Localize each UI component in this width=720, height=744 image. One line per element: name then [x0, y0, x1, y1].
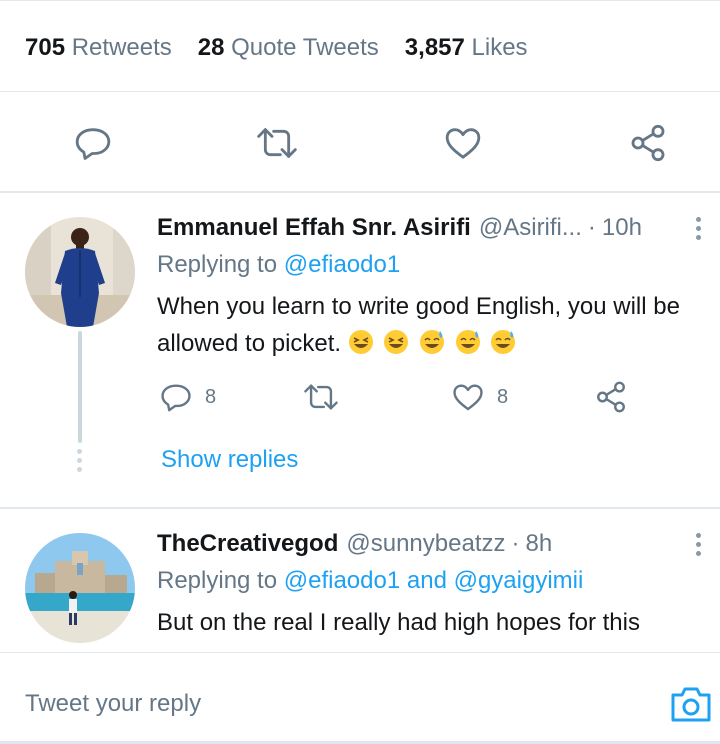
avatar[interactable]: [25, 533, 135, 643]
more-options-button[interactable]: [688, 527, 708, 561]
like-button[interactable]: 8: [451, 380, 508, 414]
mention-link[interactable]: @efiaodo1: [284, 251, 400, 278]
retweets-count: 705: [25, 34, 66, 61]
share-icon: [631, 124, 665, 162]
display-name[interactable]: TheCreativegod: [157, 530, 338, 558]
quotes-count: 28: [197, 34, 225, 61]
avatar[interactable]: [25, 217, 135, 327]
share-icon: [597, 381, 625, 413]
reply-tweet[interactable]: Emmanuel Effah Snr. Asirifi @Asirifi... …: [0, 193, 720, 507]
username[interactable]: @sunnybeatzz: [346, 530, 505, 558]
username[interactable]: @Asirifi...: [479, 214, 582, 242]
more-options-button[interactable]: [688, 211, 708, 245]
replying-to: Replying to @efiaodo1 and @gyaigyimii: [157, 567, 583, 595]
separator: ·: [511, 530, 520, 557]
tweet-text: When you learn to write good English, yo…: [157, 288, 697, 362]
quotes-stat[interactable]: 28 Quote Tweets: [198, 34, 379, 62]
stats-divider: [0, 91, 720, 92]
tweet-action-bar: [0, 120, 720, 166]
reply-actions: 8 8: [157, 380, 657, 414]
reply-composer: [0, 652, 720, 744]
tweet-text: But on the real I really had high hopes …: [157, 609, 640, 636]
like-count: 8: [497, 385, 509, 408]
timestamp[interactable]: 10h: [602, 214, 642, 242]
reply-count: 8: [205, 385, 217, 408]
reply-icon: [161, 384, 191, 412]
sweat-smile-emoji-icon: [420, 330, 445, 354]
quotes-label: Quote Tweets: [231, 34, 379, 61]
display-name[interactable]: Emmanuel Effah Snr. Asirifi: [157, 214, 471, 242]
likes-stat[interactable]: 3,857 Likes: [405, 34, 528, 62]
reply-button[interactable]: [70, 120, 116, 166]
tweet-header: Emmanuel Effah Snr. Asirifi @Asirifi... …: [157, 211, 642, 245]
thread-line: [78, 331, 82, 443]
reply-icon: [75, 128, 111, 160]
camera-icon: [671, 687, 711, 722]
timestamp[interactable]: 8h: [526, 530, 553, 558]
user-photo-icon: [25, 217, 135, 327]
reply-input[interactable]: [25, 686, 625, 722]
retweet-button[interactable]: [254, 120, 300, 166]
likes-count: 3,857: [404, 34, 465, 61]
reply-button[interactable]: 8: [159, 380, 216, 414]
camera-button[interactable]: [669, 684, 713, 724]
mention-link[interactable]: @efiaodo1: [284, 567, 400, 594]
sweat-smile-emoji-icon: [491, 330, 516, 354]
tweet-header: TheCreativegod @sunnybeatzz · 8h: [157, 527, 552, 561]
user-photo-icon: [25, 533, 135, 643]
replying-prefix: Replying to: [157, 567, 278, 594]
sweat-smile-emoji-icon: [455, 330, 480, 354]
tweet-stats: 705 Retweets 28 Quote Tweets 3,857 Likes: [25, 30, 554, 66]
separator: ·: [587, 214, 596, 241]
retweets-stat[interactable]: 705 Retweets: [25, 34, 172, 62]
retweet-button[interactable]: [302, 380, 340, 414]
composer-divider: [0, 652, 720, 653]
mention-link[interactable]: @gyaigyimii: [454, 567, 584, 594]
retweet-icon: [257, 128, 297, 158]
share-button[interactable]: [625, 120, 671, 166]
replying-prefix: Replying to: [157, 251, 278, 278]
reply-tweet[interactable]: TheCreativegod @sunnybeatzz · 8h Replyin…: [0, 509, 720, 652]
laughing-emoji-icon: [348, 330, 373, 354]
retweets-label: Retweets: [71, 34, 172, 61]
like-icon: [445, 128, 481, 159]
like-button[interactable]: [440, 120, 486, 166]
replying-and: and: [406, 567, 447, 594]
replying-to: Replying to @efiaodo1: [157, 251, 400, 279]
thread-dots: [77, 449, 83, 476]
laughing-emoji-icon: [384, 330, 409, 354]
likes-label: Likes: [471, 34, 528, 61]
share-button[interactable]: [594, 380, 628, 414]
like-icon: [453, 384, 483, 411]
retweet-icon: [304, 384, 338, 410]
top-divider: [0, 0, 720, 1]
show-replies-link[interactable]: Show replies: [161, 446, 298, 474]
